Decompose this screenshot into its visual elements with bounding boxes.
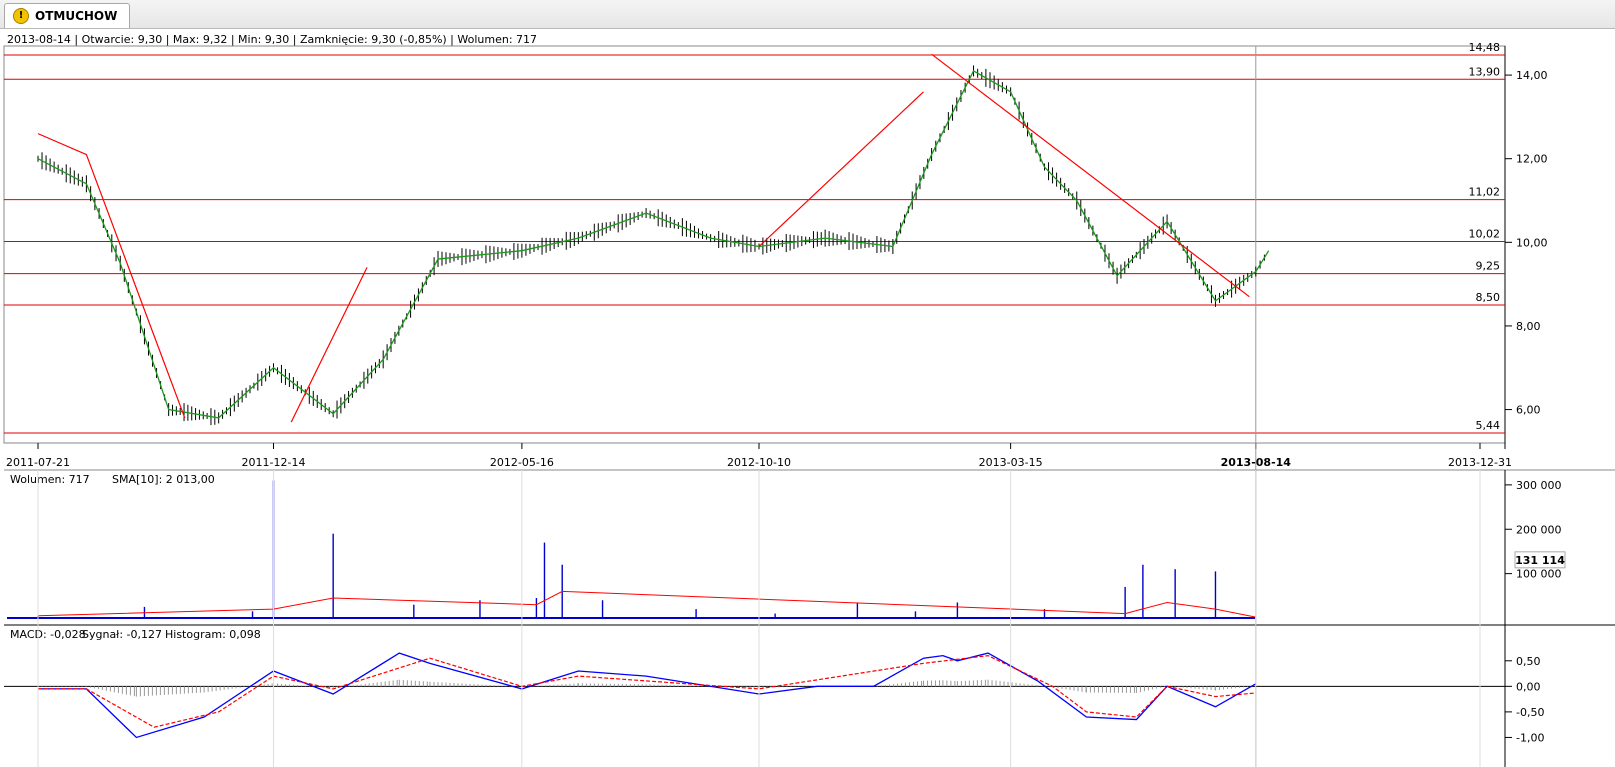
x-tick-label: 2012-10-10 — [727, 456, 791, 469]
level-label: 8,50 — [1476, 291, 1501, 304]
volume-sma-line — [37, 590, 1256, 618]
warning-icon: ! — [13, 8, 29, 24]
level-label: 9,25 — [1476, 260, 1501, 273]
macd-legend: MACD: -0,028 — [10, 628, 86, 641]
trend-line — [37, 133, 186, 419]
price-chart[interactable]: 2013-08-14 | Otwarcie: 9,30 | Max: 9,32 … — [0, 28, 1615, 767]
x-tick-label: 2013-12-31 — [1448, 456, 1512, 469]
volume-panel: Wolumen: 717 SMA[10]: 2 013,00 300 000 200 … — [4, 469, 1615, 626]
y-tick-label: 0,50 — [1516, 655, 1541, 668]
header-date: 2013-08-14 — [7, 33, 71, 46]
header-max: Max: 9,32 — [173, 33, 227, 46]
tab-label: OTMUCHOW — [35, 9, 118, 23]
sma-line — [37, 70, 1270, 419]
y-tick-label: 0,00 — [1516, 680, 1541, 693]
y-tick-label: 200 000 — [1516, 523, 1562, 536]
signal-line — [38, 655, 1256, 728]
header-close: Zamknięcie: 9,30 (-0,85%) — [300, 33, 447, 46]
y-tick-label: 6,00 — [1516, 404, 1541, 417]
y-tick-label: -0,50 — [1516, 706, 1544, 719]
macd-panel: MACD: -0,028Sygnał: -0,127 Histogram: 0,0… — [4, 625, 1544, 767]
volume-legend: Wolumen: 717 — [10, 473, 90, 486]
trend-line — [931, 53, 1250, 298]
tab-bar: ! OTMUCHOW — [0, 0, 1615, 29]
tab-otmuchow[interactable]: ! OTMUCHOW — [4, 3, 131, 28]
level-label: 14,48 — [1469, 41, 1501, 54]
level-label: 13,90 — [1469, 65, 1501, 78]
level-label: 11,02 — [1469, 186, 1501, 199]
y-tick-label: 14,00 — [1516, 69, 1548, 82]
header-volume: Wolumen: 717 — [457, 33, 537, 46]
x-tick-label: 2011-07-21 — [6, 456, 70, 469]
level-label: 10,02 — [1469, 227, 1501, 240]
y-tick-label: 8,00 — [1516, 320, 1541, 333]
header-open: Otwarcie: 9,30 — [82, 33, 163, 46]
x-tick-label: 2011-12-14 — [242, 456, 306, 469]
y-tick-label: 300 000 — [1516, 479, 1562, 492]
y-tick-label: 10,00 — [1516, 236, 1548, 249]
y-tick-label: 100 000 — [1516, 568, 1562, 581]
volume-sma-legend: SMA[10]: 2 013,00 — [112, 473, 215, 486]
y-tick-label: -1,00 — [1516, 731, 1544, 744]
signal-legend: Sygnał: -0,127 — [82, 628, 162, 641]
x-tick-label: 2012-05-16 — [490, 456, 554, 469]
cursor-value: 131 114 — [1515, 554, 1565, 567]
trend-line — [290, 267, 368, 423]
trend-line — [758, 91, 924, 247]
macd-line — [38, 652, 1257, 739]
header-info: 2013-08-14 | Otwarcie: 9,30 | Max: 9,32 … — [7, 33, 537, 46]
price-panel: 2011-07-21 2011-12-14 2012-05-16 2012-10-10… — [3, 41, 1548, 767]
x-tick-label: 2013-03-15 — [979, 456, 1043, 469]
y-tick-label: 12,00 — [1516, 153, 1548, 166]
histogram-legend: Histogram: 0,098 — [165, 628, 261, 641]
header-min: Min: 9,30 — [238, 33, 289, 46]
level-label: 5,44 — [1476, 419, 1501, 432]
